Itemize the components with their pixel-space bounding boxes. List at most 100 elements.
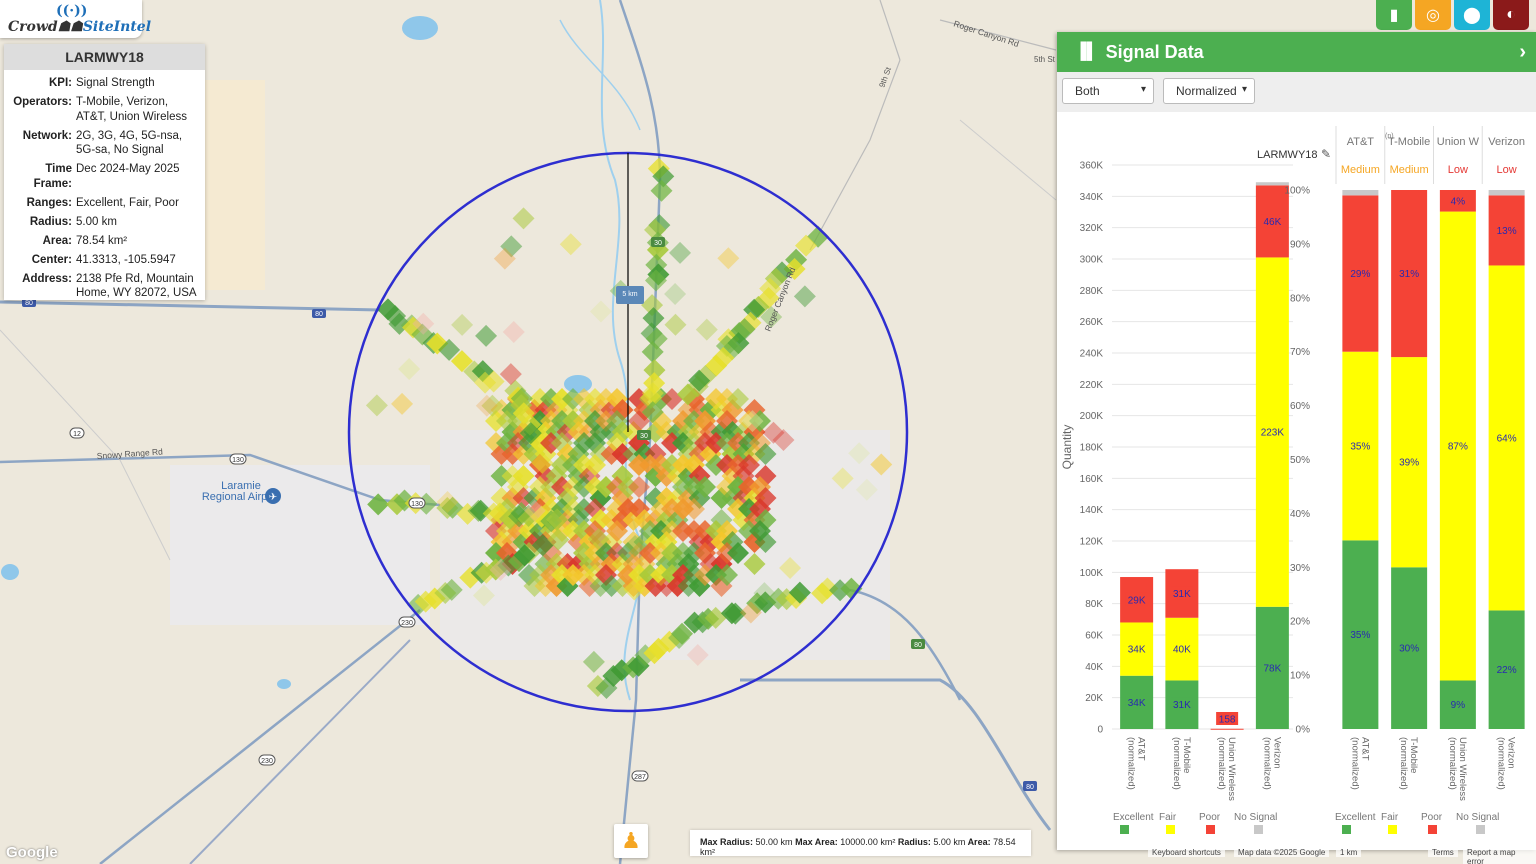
chevron-right-icon[interactable]: ›: [1519, 41, 1526, 64]
info-row: Time Frame: Dec 2024-May 2025: [4, 162, 205, 196]
pin-icon[interactable]: ⬤: [1454, 0, 1490, 30]
info-value: 2138 Pfe Rd, Mountain Home, WY 82072, US…: [76, 272, 197, 300]
info-key: Radius:: [29, 215, 72, 228]
y-tick-label: 280K: [1080, 286, 1104, 297]
data-label: 9%: [1451, 700, 1466, 711]
legend-swatch: [1206, 825, 1215, 834]
y-tick-label: 140K: [1080, 505, 1104, 516]
data-label: 31K: [1173, 700, 1191, 711]
svg-text:12: 12: [73, 431, 81, 438]
label: Area:: [967, 837, 991, 847]
data-label: 64%: [1497, 433, 1517, 444]
y-tick-label: 100%: [1284, 186, 1310, 197]
info-row: KPI: Signal Strength: [4, 76, 205, 95]
data-label: 29K: [1128, 595, 1146, 606]
scale-select[interactable]: Normalized ▾: [1163, 78, 1255, 104]
signal-charts: LARMWY18 ✎ Quantity 0 20K 40K 60K 80K 100K 120K 14…: [1060, 126, 1525, 834]
scale-select-value: Normalized: [1176, 84, 1237, 98]
x-tick-sublabel: (normalized): [1447, 737, 1458, 790]
y-tick-label: 300K: [1080, 255, 1104, 266]
y-tick-label: 320K: [1080, 223, 1104, 234]
signal-data-panel: ▐▌ Signal Data › Both ▾ Normalized ▾ LARMW…: [1057, 32, 1536, 850]
svg-text:80: 80: [1026, 784, 1034, 791]
data-label: 31%: [1399, 269, 1419, 280]
highway-shield: 30: [651, 237, 665, 247]
svg-text:80: 80: [315, 311, 323, 318]
y-tick-label: 20K: [1085, 693, 1103, 704]
highway-shield: 80: [1023, 781, 1037, 791]
data-label: 13%: [1497, 226, 1517, 237]
info-key: Operators:: [13, 96, 72, 108]
info-value: Signal Strength: [76, 77, 155, 89]
map-scale[interactable]: 1 km: [1336, 848, 1362, 857]
y-tick-label: 30%: [1290, 563, 1310, 574]
y-tick-label: 80%: [1290, 293, 1310, 304]
x-tick-sublabel: (normalized): [1349, 737, 1360, 790]
target-icon[interactable]: ◎: [1415, 0, 1451, 30]
x-tick-sublabel: (normalized): [1496, 737, 1507, 790]
highway-shield: 130: [229, 453, 247, 465]
svg-text:130: 130: [411, 501, 423, 508]
app-logo[interactable]: ((·)) Crowd☗☗SiteIntel: [0, 0, 151, 38]
filter-row: Both ▾ Normalized ▾: [1057, 72, 1536, 112]
terms-link[interactable]: Terms: [1428, 848, 1458, 857]
data-label: 223K: [1261, 428, 1285, 439]
y-tick-label: 80K: [1085, 599, 1103, 610]
crowd-people-icon: ☗☗: [57, 19, 83, 35]
logo-text-siteintel: SiteIntel: [82, 19, 152, 35]
bar-chart-icon[interactable]: ▮: [1376, 0, 1412, 30]
y-tick-label: 60%: [1290, 401, 1310, 412]
antenna-icon: ((·)): [56, 3, 88, 19]
y-tick-label: 180K: [1080, 443, 1104, 454]
info-row: Center: 41.3313, -105.5947: [4, 253, 205, 272]
lake: [402, 16, 438, 40]
operator-header: Union W: [1437, 136, 1480, 148]
mode-select-value: Both: [1075, 84, 1100, 98]
report-map-error-link[interactable]: Report a map error: [1463, 848, 1536, 864]
data-label: 39%: [1399, 458, 1419, 469]
data-label: 30%: [1399, 644, 1419, 655]
svg-text:130: 130: [232, 457, 244, 464]
y-tick-label: 40%: [1290, 509, 1310, 520]
mode-select[interactable]: Both ▾: [1062, 78, 1154, 104]
radius-label: 5 km: [616, 286, 644, 304]
x-tick-sublabel: (normalized): [1216, 737, 1227, 790]
bar-segment: [1488, 190, 1525, 196]
legend-swatch: [1254, 825, 1263, 834]
info-key: Area:: [42, 234, 72, 247]
operator-header: T-Mobile: [1388, 136, 1430, 148]
data-label: 34K: [1128, 698, 1146, 709]
google-logo: Google: [6, 844, 58, 861]
legend-swatch: [1166, 825, 1175, 834]
info-value: 5.00 km: [76, 215, 117, 228]
globe-icon[interactable]: ◐: [1493, 0, 1529, 30]
value: 5.00 km: [933, 837, 966, 847]
operator-rating: Medium: [1341, 164, 1380, 176]
info-value: 41.3313, -105.5947: [76, 253, 176, 266]
street-view-pegman-icon[interactable]: ♟: [614, 824, 648, 858]
keyboard-shortcuts-link[interactable]: Keyboard shortcuts: [1148, 848, 1225, 857]
panel-title: Signal Data: [1105, 41, 1204, 62]
info-value: T-Mobile, Verizon, AT&T, Union Wireless: [76, 96, 187, 123]
data-label: 4%: [1451, 196, 1466, 207]
y-tick-label: 40K: [1085, 662, 1103, 673]
info-value: Excellent, Fair, Poor: [76, 196, 179, 209]
data-label: 22%: [1497, 665, 1517, 676]
airport-icon: ✈: [265, 488, 281, 504]
radius-info-bar: Max Radius: 50.00 km Max Area: 10000.00 …: [690, 830, 1031, 857]
value: 50.00 km: [755, 837, 793, 847]
y-tick-label: 100K: [1080, 568, 1104, 579]
operator-header: Verizon: [1488, 136, 1525, 148]
map-data-attribution: Map data ©2025 Google: [1234, 848, 1330, 857]
info-row: Area: 78.54 km²: [4, 234, 205, 253]
svg-text:✈: ✈: [269, 492, 277, 503]
road-label: 5th St: [1034, 55, 1056, 64]
y-tick-label: 60K: [1085, 631, 1103, 642]
legend-swatch: [1476, 825, 1485, 834]
chevron-down-icon: ▾: [1140, 84, 1146, 95]
x-tick-sublabel: (normalized): [1126, 737, 1137, 790]
operator-rating: Low: [1497, 164, 1517, 176]
info-key: Network:: [22, 129, 72, 142]
site-info-table: KPI: Signal Strength Operators: T-Mobile, V…: [4, 76, 205, 305]
data-label: 31K: [1173, 589, 1191, 600]
